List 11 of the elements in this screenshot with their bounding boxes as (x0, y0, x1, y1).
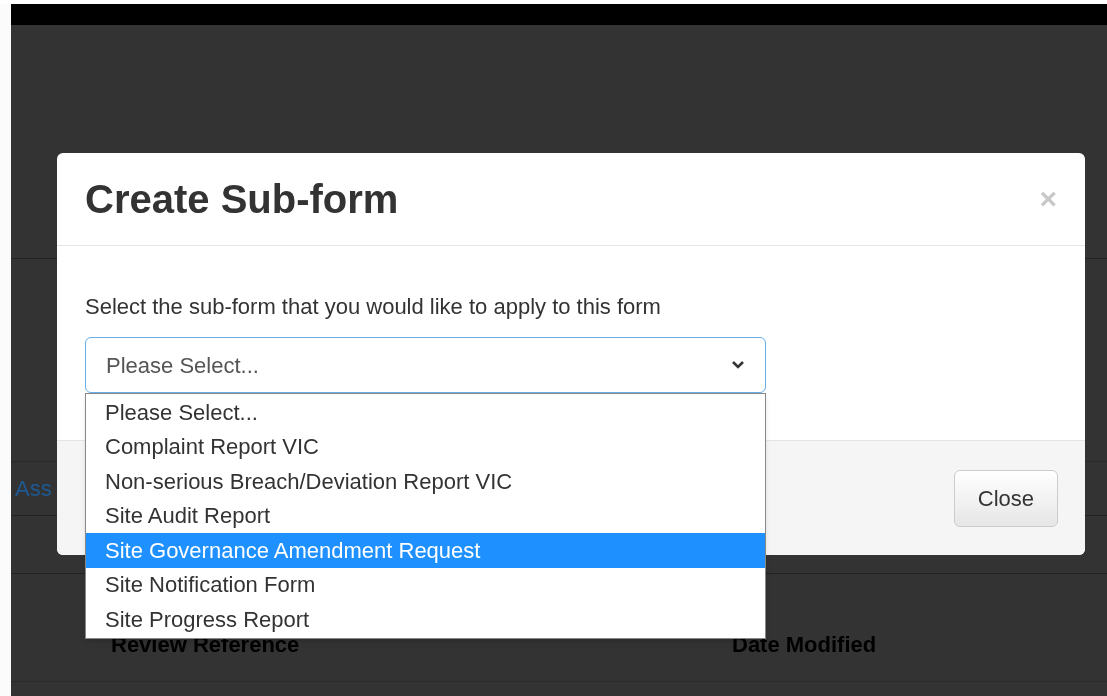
dropdown-option[interactable]: Non-serious Breach/Deviation Report VIC (86, 464, 765, 499)
dropdown-option[interactable]: Complaint Report VIC (86, 429, 765, 464)
close-dialog-button[interactable]: Close (953, 469, 1058, 527)
prompt-text: Select the sub-form that you would like to apply to this form (85, 293, 662, 321)
select-field[interactable]: Please Select... (85, 337, 766, 393)
chevron-down-icon (731, 360, 745, 370)
dropdown-option[interactable]: Site Audit Report (86, 498, 765, 533)
dropdown-option[interactable]: Site Notification Form (86, 567, 765, 602)
dialog-title: Create Sub-form (85, 176, 399, 223)
dropdown-option[interactable]: Please Select... (86, 395, 765, 430)
dropdown-option[interactable]: Site Progress Report (86, 602, 765, 637)
